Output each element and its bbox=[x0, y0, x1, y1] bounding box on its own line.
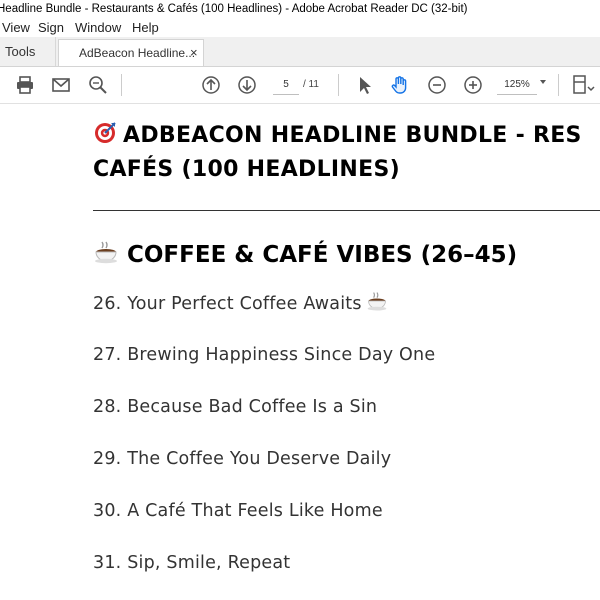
document-title-line2: CAFÉS (100 HEADLINES) bbox=[93, 157, 400, 182]
zoom-out-icon[interactable] bbox=[427, 75, 447, 95]
menu-help[interactable]: Help bbox=[132, 18, 159, 37]
tab-document-label: AdBeacon Headline... bbox=[79, 46, 196, 60]
list-item-text: 26. Your Perfect Coffee Awaits bbox=[93, 294, 362, 314]
list-item-text: 27. Brewing Happiness Since Day One bbox=[93, 345, 436, 365]
select-arrow-icon[interactable] bbox=[355, 75, 375, 95]
page-number-input[interactable]: 5 bbox=[273, 75, 299, 95]
document-view[interactable]: ADBEACON HEADLINE BUNDLE - RES CAFÉS (10… bbox=[0, 104, 600, 600]
list-item: 30. A Café That Feels Like Home bbox=[93, 499, 383, 523]
divider bbox=[93, 210, 600, 211]
list-item-text: 29. The Coffee You Deserve Daily bbox=[93, 449, 392, 469]
page-up-icon[interactable] bbox=[201, 75, 221, 95]
list-item-text: 31. Sip, Smile, Repeat bbox=[93, 553, 291, 573]
tab-bar: Tools AdBeacon Headline... × bbox=[0, 37, 600, 67]
list-item-text: 30. A Café That Feels Like Home bbox=[93, 501, 383, 521]
document-title-line1: ADBEACON HEADLINE BUNDLE - RES bbox=[123, 123, 582, 148]
toolbar-separator bbox=[121, 74, 122, 96]
tab-document[interactable]: AdBeacon Headline... × bbox=[58, 39, 204, 66]
tab-tools[interactable]: Tools bbox=[0, 37, 56, 66]
list-item: 27. Brewing Happiness Since Day One bbox=[93, 343, 435, 367]
toolbar: 5 / 11 125% bbox=[0, 67, 600, 104]
print-icon[interactable] bbox=[15, 75, 35, 95]
document-title: ADBEACON HEADLINE BUNDLE - RES CAFÉS (10… bbox=[93, 120, 600, 185]
chevron-down-icon[interactable] bbox=[540, 80, 546, 84]
target-icon bbox=[93, 121, 117, 154]
close-tab-icon[interactable]: × bbox=[190, 40, 198, 66]
coffee-cup-icon bbox=[366, 290, 388, 319]
section-heading-text: COFFEE & CAFÉ VIBES (26–45) bbox=[127, 242, 518, 268]
email-icon[interactable] bbox=[51, 75, 71, 95]
zoom-in-icon[interactable] bbox=[463, 75, 483, 95]
coffee-cup-icon bbox=[93, 239, 119, 274]
list-item: 31. Sip, Smile, Repeat bbox=[93, 551, 290, 575]
list-item: 29. The Coffee You Deserve Daily bbox=[93, 447, 391, 471]
menu-view[interactable]: View bbox=[2, 18, 30, 37]
page-down-icon[interactable] bbox=[237, 75, 257, 95]
toolbar-separator bbox=[338, 74, 339, 96]
menu-bar: View Sign Window Help bbox=[0, 18, 600, 37]
list-item-text: 28. Because Bad Coffee Is a Sin bbox=[93, 397, 378, 417]
list-item: 28. Because Bad Coffee Is a Sin bbox=[93, 395, 377, 419]
search-zoom-icon[interactable] bbox=[88, 75, 108, 95]
hand-icon[interactable] bbox=[390, 75, 410, 95]
window-title-bar: Headline Bundle - Restaurants & Cafés (1… bbox=[0, 0, 600, 18]
section-heading: COFFEE & CAFÉ VIBES (26–45) bbox=[93, 239, 517, 274]
zoom-level-select[interactable]: 125% bbox=[497, 75, 537, 95]
menu-sign[interactable]: Sign bbox=[38, 18, 64, 37]
window-title: Headline Bundle - Restaurants & Cafés (1… bbox=[0, 3, 468, 15]
menu-window[interactable]: Window bbox=[75, 18, 121, 37]
list-item: 26. Your Perfect Coffee Awaits bbox=[93, 290, 388, 319]
page-layout-icon[interactable] bbox=[572, 75, 595, 95]
page-total: / 11 bbox=[303, 79, 319, 90]
toolbar-separator bbox=[558, 74, 559, 96]
